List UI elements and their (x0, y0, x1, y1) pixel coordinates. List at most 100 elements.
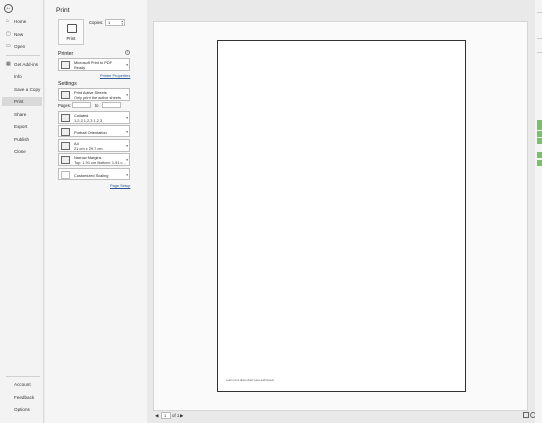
chevron-down-icon: ▾ (126, 144, 128, 148)
nav-get-add-ins-label: Get Add-ins (14, 62, 39, 67)
nav-new[interactable]: ▢ New (2, 30, 42, 39)
printer-icon (67, 24, 77, 33)
nav-options-label: Options (14, 407, 30, 412)
print-settings-pane: Print Print Copies: 1 ▴ ▾ Printer i Micro… (45, 0, 147, 423)
page-setup-link[interactable]: Page Setup (110, 183, 130, 188)
collate-icon (61, 114, 70, 122)
settings-section-title: Settings (58, 81, 77, 87)
margins-description: Top: 1.91 cm Bottom: 1.91 c... (74, 160, 126, 165)
copies-value: 1 (108, 20, 111, 25)
paper-icon (61, 142, 70, 150)
previous-page-icon[interactable]: ◀ (155, 413, 158, 419)
sheets-icon (61, 91, 70, 99)
chevron-down-icon: ▾ (126, 158, 128, 162)
background-gridline (537, 38, 542, 39)
print-what-description: Only print the active sheets (74, 95, 121, 100)
nav-home-label: Home (14, 19, 27, 24)
nav-save-a-copy-label: Save a Copy (14, 87, 41, 92)
nav-get-add-ins[interactable]: ▦ Get Add-ins (2, 60, 42, 69)
nav-bottom-divider (6, 376, 40, 377)
scaling-icon (61, 171, 70, 179)
background-green-cell (537, 131, 542, 137)
margins-icon (61, 156, 70, 164)
folder-open-icon: ▭ (6, 43, 11, 49)
nav-home[interactable]: ⌂ Home (2, 17, 42, 26)
add-in-icon: ▦ (6, 61, 11, 67)
nav-account-label: Account (14, 382, 31, 387)
page-footer-text: Learn more about chart types and layouts (226, 379, 274, 382)
orientation-title: Portrait Orientation (74, 129, 107, 135)
nav-share-label: Share (14, 112, 27, 117)
nav-export[interactable]: Export (2, 122, 42, 131)
excel-backstage-print: ← ⌂ Home ▢ New ▭ Open ▦ Get Add-ins Info… (0, 0, 542, 423)
chevron-down-icon: ▾ (126, 130, 128, 134)
background-gridline (537, 12, 542, 13)
page-number-input[interactable]: 1 (161, 412, 171, 419)
nav-export-label: Export (14, 124, 28, 129)
info-icon[interactable]: i (125, 50, 130, 55)
chevron-down-icon: ▾ (126, 173, 128, 177)
copies-label: Copies: (89, 20, 104, 25)
paper-size-dropdown[interactable]: A4 21 cm x 29.7 cm ▾ (58, 139, 130, 152)
page-count-label: of 1 (172, 413, 180, 418)
page-title: Print (56, 7, 70, 14)
background-gridline (537, 52, 542, 53)
nav-publish-label: Publish (14, 137, 30, 142)
nav-new-label: New (14, 32, 24, 37)
nav-account[interactable]: Account (2, 380, 42, 389)
home-icon: ⌂ (6, 18, 10, 24)
nav-share[interactable]: Share (2, 110, 42, 119)
scaling-dropdown[interactable]: Customized Scaling ▾ (58, 168, 130, 180)
show-margins-icon[interactable] (523, 412, 529, 418)
nav-print-label: Print (14, 99, 24, 104)
nav-open-label: Open (14, 44, 26, 49)
orientation-dropdown[interactable]: Portrait Orientation ▾ (58, 125, 130, 137)
nav-publish[interactable]: Publish (2, 135, 42, 144)
chevron-down-icon: ▾ (126, 116, 128, 120)
collate-description: 1,2,3 1,2,3 1,2,3 (74, 118, 103, 123)
nav-info[interactable]: Info (2, 72, 42, 81)
background-green-cell (537, 138, 542, 144)
pages-to-input[interactable] (102, 102, 121, 108)
paper-size-description: 21 cm x 29.7 cm (74, 146, 103, 151)
back-arrow-icon[interactable]: ← (4, 4, 13, 13)
nav-open[interactable]: ▭ Open (2, 42, 42, 51)
margins-dropdown[interactable]: Narrow Margins Top: 1.91 cm Bottom: 1.91… (58, 153, 130, 166)
nav-info-label: Info (14, 74, 22, 79)
nav-feedback[interactable]: Feedback (2, 393, 42, 402)
portrait-page-icon (61, 128, 70, 136)
pages-to-label: to (95, 103, 99, 108)
new-document-icon: ▢ (6, 31, 11, 37)
nav-close-label: Close (14, 149, 26, 154)
backstage-sidebar: ← ⌂ Home ▢ New ▭ Open ▦ Get Add-ins Info… (0, 0, 44, 423)
collate-dropdown[interactable]: Collated 1,2,3 1,2,3 1,2,3 ▾ (58, 111, 130, 124)
print-what-dropdown[interactable]: Print Active Sheets Only print the activ… (58, 88, 130, 101)
pages-label: Pages: (58, 103, 72, 108)
nav-close[interactable]: Close (2, 147, 42, 156)
printer-section-title: Printer (58, 51, 74, 57)
page-number-value: 1 (164, 413, 167, 418)
background-green-cell (537, 120, 542, 130)
spinner-arrows-icon[interactable]: ▴ ▾ (121, 20, 123, 26)
background-window-strip (535, 0, 542, 423)
preview-page: Learn more about chart types and layouts (217, 40, 466, 392)
copies-input[interactable]: 1 ▴ ▾ (105, 19, 125, 26)
scaling-title: Customized Scaling (74, 172, 109, 178)
chevron-down-icon: ▾ (126, 63, 128, 67)
printer-properties-link[interactable]: Printer Properties (100, 73, 130, 78)
nav-save-a-copy[interactable]: Save a Copy (2, 85, 42, 94)
background-green-cell (537, 152, 542, 158)
nav-print[interactable]: Print (2, 97, 42, 106)
background-green-cell (537, 160, 542, 166)
nav-options[interactable]: Options (2, 405, 42, 414)
nav-divider (6, 55, 40, 56)
chevron-down-icon: ▾ (126, 93, 128, 97)
print-button[interactable]: Print (58, 19, 84, 45)
printer-status: Ready (74, 65, 86, 70)
pages-from-input[interactable] (72, 102, 91, 108)
nav-feedback-label: Feedback (14, 395, 35, 400)
printer-dropdown[interactable]: Microsoft Print to PDF Ready ▾ (58, 58, 130, 71)
printer-icon (61, 61, 70, 69)
print-button-label: Print (66, 36, 76, 41)
next-page-icon[interactable]: ▶ (180, 413, 183, 419)
